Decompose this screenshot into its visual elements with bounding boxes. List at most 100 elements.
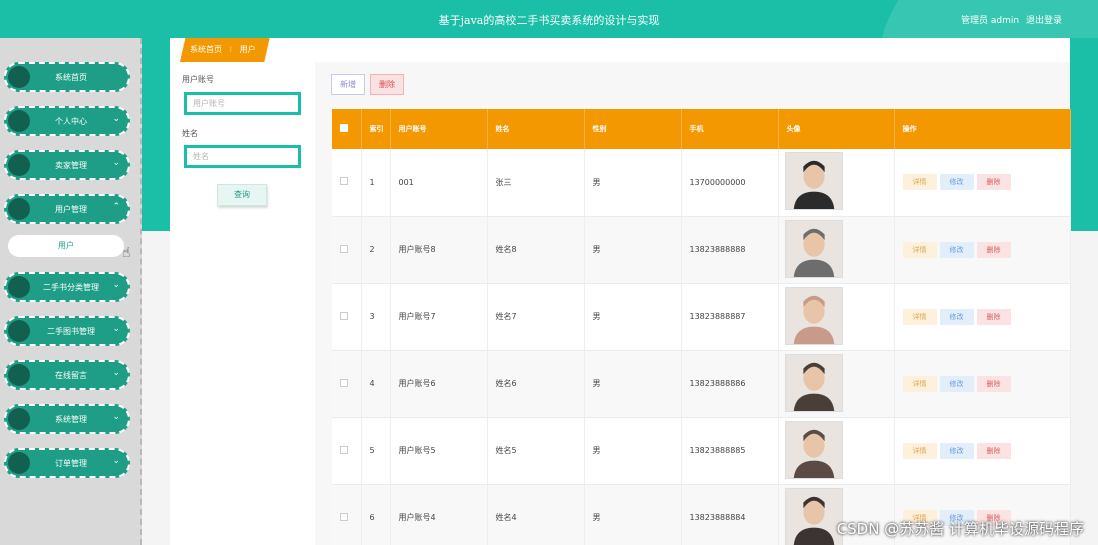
cell-account: 用户账号4 <box>390 484 488 545</box>
submenu-item-users[interactable]: 用户 <box>8 235 124 257</box>
cell-phone: 13823888887 <box>681 283 779 351</box>
edit-button[interactable]: 修改 <box>939 375 974 392</box>
delete-button[interactable]: 删除 <box>976 174 1011 191</box>
user-table: 索引 用户账号 姓名 性别 手机 头像 操作 1 001 张三男 1370000000… <box>332 109 1071 545</box>
header-actions: 操作 <box>894 109 1071 149</box>
account-input[interactable] <box>184 92 301 115</box>
cell-actions: 详情 修改 删除 <box>894 283 1071 351</box>
sidebar-item-users[interactable]: 用户管理 ⌃ <box>4 194 130 224</box>
breadcrumb-separator: ⁝ <box>229 45 233 54</box>
menu-dot-icon <box>8 320 30 342</box>
cell-phone: 13823888886 <box>681 350 779 418</box>
cell-name: 姓名8 <box>487 216 585 284</box>
chevron-down-icon: ⌄ <box>112 158 120 168</box>
checkbox-icon[interactable] <box>340 512 348 521</box>
app-title: 基于java的高校二手书买卖系统的设计与实现 <box>438 14 660 27</box>
admin-label: 管理员 admin <box>961 16 1020 26</box>
chevron-down-icon: ⌄ <box>112 456 120 466</box>
table-row: 3 用户账号7 姓名7 男 13823888887 详情 修改 删除 <box>332 283 1071 351</box>
detail-button[interactable]: 详情 <box>902 308 937 325</box>
sidebar-item-system[interactable]: 系统管理 ⌄ <box>4 404 130 434</box>
delete-button[interactable]: 删除 <box>976 308 1011 325</box>
breadcrumb: 系统首页 ⁝ 用户 <box>180 38 270 62</box>
avatar <box>784 420 843 479</box>
detail-button[interactable]: 详情 <box>902 174 937 191</box>
delete-button[interactable]: 删除 <box>976 375 1011 392</box>
sidebar-item-sellers[interactable]: 卖家管理 ⌄ <box>4 150 130 180</box>
delete-button[interactable]: 删除 <box>976 442 1011 459</box>
menu-dot-icon <box>8 364 30 386</box>
header-name: 姓名 <box>487 109 585 149</box>
cell-index: 2 <box>361 216 391 284</box>
menu-dot-icon <box>8 154 30 176</box>
cell-name: 姓名4 <box>487 484 585 545</box>
sidebar-item-label: 在线留言 <box>55 371 87 380</box>
edit-button[interactable]: 修改 <box>939 174 974 191</box>
sidebar-item-label: 二手图书管理 <box>47 327 95 336</box>
edit-button[interactable]: 修改 <box>939 442 974 459</box>
row-select[interactable] <box>332 484 362 545</box>
sidebar-item-book-categories[interactable]: 二手书分类管理 ⌄ <box>4 272 130 302</box>
sidebar: 系统首页 个人中心 ⌄ 卖家管理 ⌄ 用户管理 ⌃ 用户 ☝ 二手书分类管理 ⌄… <box>0 38 142 545</box>
cell-phone: 13823888884 <box>681 484 779 545</box>
header-select-all[interactable] <box>332 109 362 149</box>
checkbox-icon[interactable] <box>340 311 348 320</box>
table-row: 5 用户账号5 姓名5 男 13823888885 详情 修改 删除 <box>332 417 1071 485</box>
header-index: 索引 <box>361 109 391 149</box>
menu-dot-icon <box>8 408 30 430</box>
cell-account: 用户账号7 <box>390 283 488 351</box>
table-area: 新增 删除 索引 用户账号 姓名 性别 手机 头像 操作 1 001 张三男 137 <box>315 62 1071 545</box>
table-header-row: 索引 用户账号 姓名 性别 手机 头像 操作 <box>332 109 1071 149</box>
delete-button[interactable]: 删除 <box>976 241 1011 258</box>
account-label: 用户账号 <box>182 75 214 84</box>
add-button[interactable]: 新增 <box>331 74 365 95</box>
checkbox-icon[interactable] <box>340 177 348 186</box>
chevron-down-icon: ⌄ <box>112 368 120 378</box>
detail-button[interactable]: 详情 <box>902 442 937 459</box>
row-select[interactable] <box>332 417 362 485</box>
sidebar-item-orders[interactable]: 订单管理 ⌄ <box>4 448 130 478</box>
cell-account: 用户账号6 <box>390 350 488 418</box>
cell-phone: 13700000000 <box>681 149 779 217</box>
bulk-delete-button[interactable]: 删除 <box>370 74 404 95</box>
name-label: 姓名 <box>182 129 198 138</box>
hand-cursor-icon: ☝ <box>122 245 131 261</box>
sidebar-item-books[interactable]: 二手图书管理 ⌄ <box>4 316 130 346</box>
sidebar-item-profile[interactable]: 个人中心 ⌄ <box>4 106 130 136</box>
detail-button[interactable]: 详情 <box>902 375 937 392</box>
table-row: 1 001 张三男 13700000000 详情 修改 删除 <box>332 149 1071 217</box>
cell-index: 4 <box>361 350 391 418</box>
menu-dot-icon <box>8 452 30 474</box>
name-input[interactable] <box>184 145 301 168</box>
cell-name: 姓名5 <box>487 417 585 485</box>
sidebar-item-messages[interactable]: 在线留言 ⌄ <box>4 360 130 390</box>
cell-gender: 男 <box>584 417 682 485</box>
cell-gender: 男 <box>584 283 682 351</box>
edit-button[interactable]: 修改 <box>939 308 974 325</box>
breadcrumb-home[interactable]: 系统首页 <box>190 45 222 54</box>
row-select[interactable] <box>332 350 362 418</box>
logout-link[interactable]: 退出登录 <box>1026 16 1062 26</box>
breadcrumb-current: 用户 <box>239 45 256 54</box>
row-select[interactable] <box>332 149 362 217</box>
checkbox-icon[interactable] <box>340 445 348 454</box>
avatar <box>784 152 843 211</box>
cell-actions: 详情 修改 删除 <box>894 350 1071 418</box>
edit-button[interactable]: 修改 <box>939 241 974 258</box>
cell-actions: 详情 修改 删除 <box>894 216 1071 284</box>
checkbox-icon[interactable] <box>340 378 348 387</box>
table-row: 4 用户账号6 姓名6 男 13823888886 详情 修改 删除 <box>332 350 1071 418</box>
row-select[interactable] <box>332 283 362 351</box>
query-button[interactable]: 查询 <box>217 184 267 206</box>
cell-account: 用户账号8 <box>390 216 488 284</box>
checkbox-icon[interactable] <box>340 244 348 253</box>
cell-gender: 男 <box>584 149 682 217</box>
sidebar-item-home[interactable]: 系统首页 <box>4 62 130 92</box>
row-select[interactable] <box>332 216 362 284</box>
detail-button[interactable]: 详情 <box>902 241 937 258</box>
cell-account: 001 <box>390 149 488 217</box>
cell-index: 6 <box>361 484 391 545</box>
sidebar-item-label: 个人中心 <box>55 117 87 126</box>
table-row: 2 用户账号8 姓名8 男 13823888888 详情 修改 删除 <box>332 216 1071 284</box>
cell-phone: 13823888885 <box>681 417 779 485</box>
